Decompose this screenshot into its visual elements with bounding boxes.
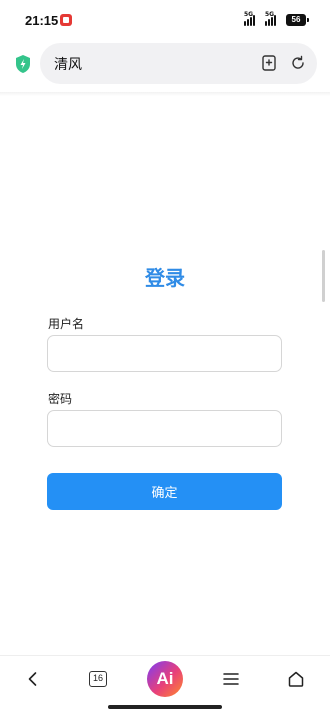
signal-5g-icon: 5G <box>265 11 276 26</box>
tabs-icon: 16 <box>89 671 107 687</box>
signal-label: 5G <box>265 11 275 18</box>
submit-button[interactable]: 确定 <box>47 473 282 510</box>
battery-icon: 56 <box>286 14 309 26</box>
status-bar: 21:15 5G 5G 56 <box>0 0 330 40</box>
tabs-button[interactable]: 16 <box>85 666 111 692</box>
status-time: 21:15 <box>25 13 59 28</box>
shield-icon[interactable] <box>14 54 32 74</box>
menu-icon <box>223 673 239 685</box>
password-label: 密码 <box>48 392 73 406</box>
back-icon <box>28 672 37 686</box>
back-button[interactable] <box>20 666 46 692</box>
toolbar-divider <box>0 92 330 96</box>
home-icon <box>288 671 304 687</box>
reload-icon[interactable] <box>289 54 307 72</box>
page-title: 登录 <box>145 266 185 290</box>
signal-label: 5G <box>244 11 254 18</box>
signal-5g-icon: 5G <box>244 11 255 26</box>
password-input[interactable] <box>47 410 282 447</box>
username-input[interactable] <box>47 335 282 372</box>
home-indicator[interactable] <box>108 705 222 709</box>
address-bar[interactable]: 清风 <box>40 43 317 84</box>
username-label: 用户名 <box>48 317 85 331</box>
menu-button[interactable] <box>218 666 244 692</box>
screen-record-icon <box>60 14 72 26</box>
bookmark-add-icon[interactable] <box>260 54 278 72</box>
ai-assistant-icon[interactable]: Ai <box>147 661 183 697</box>
address-text[interactable]: 清风 <box>54 54 82 74</box>
home-button[interactable] <box>283 666 309 692</box>
